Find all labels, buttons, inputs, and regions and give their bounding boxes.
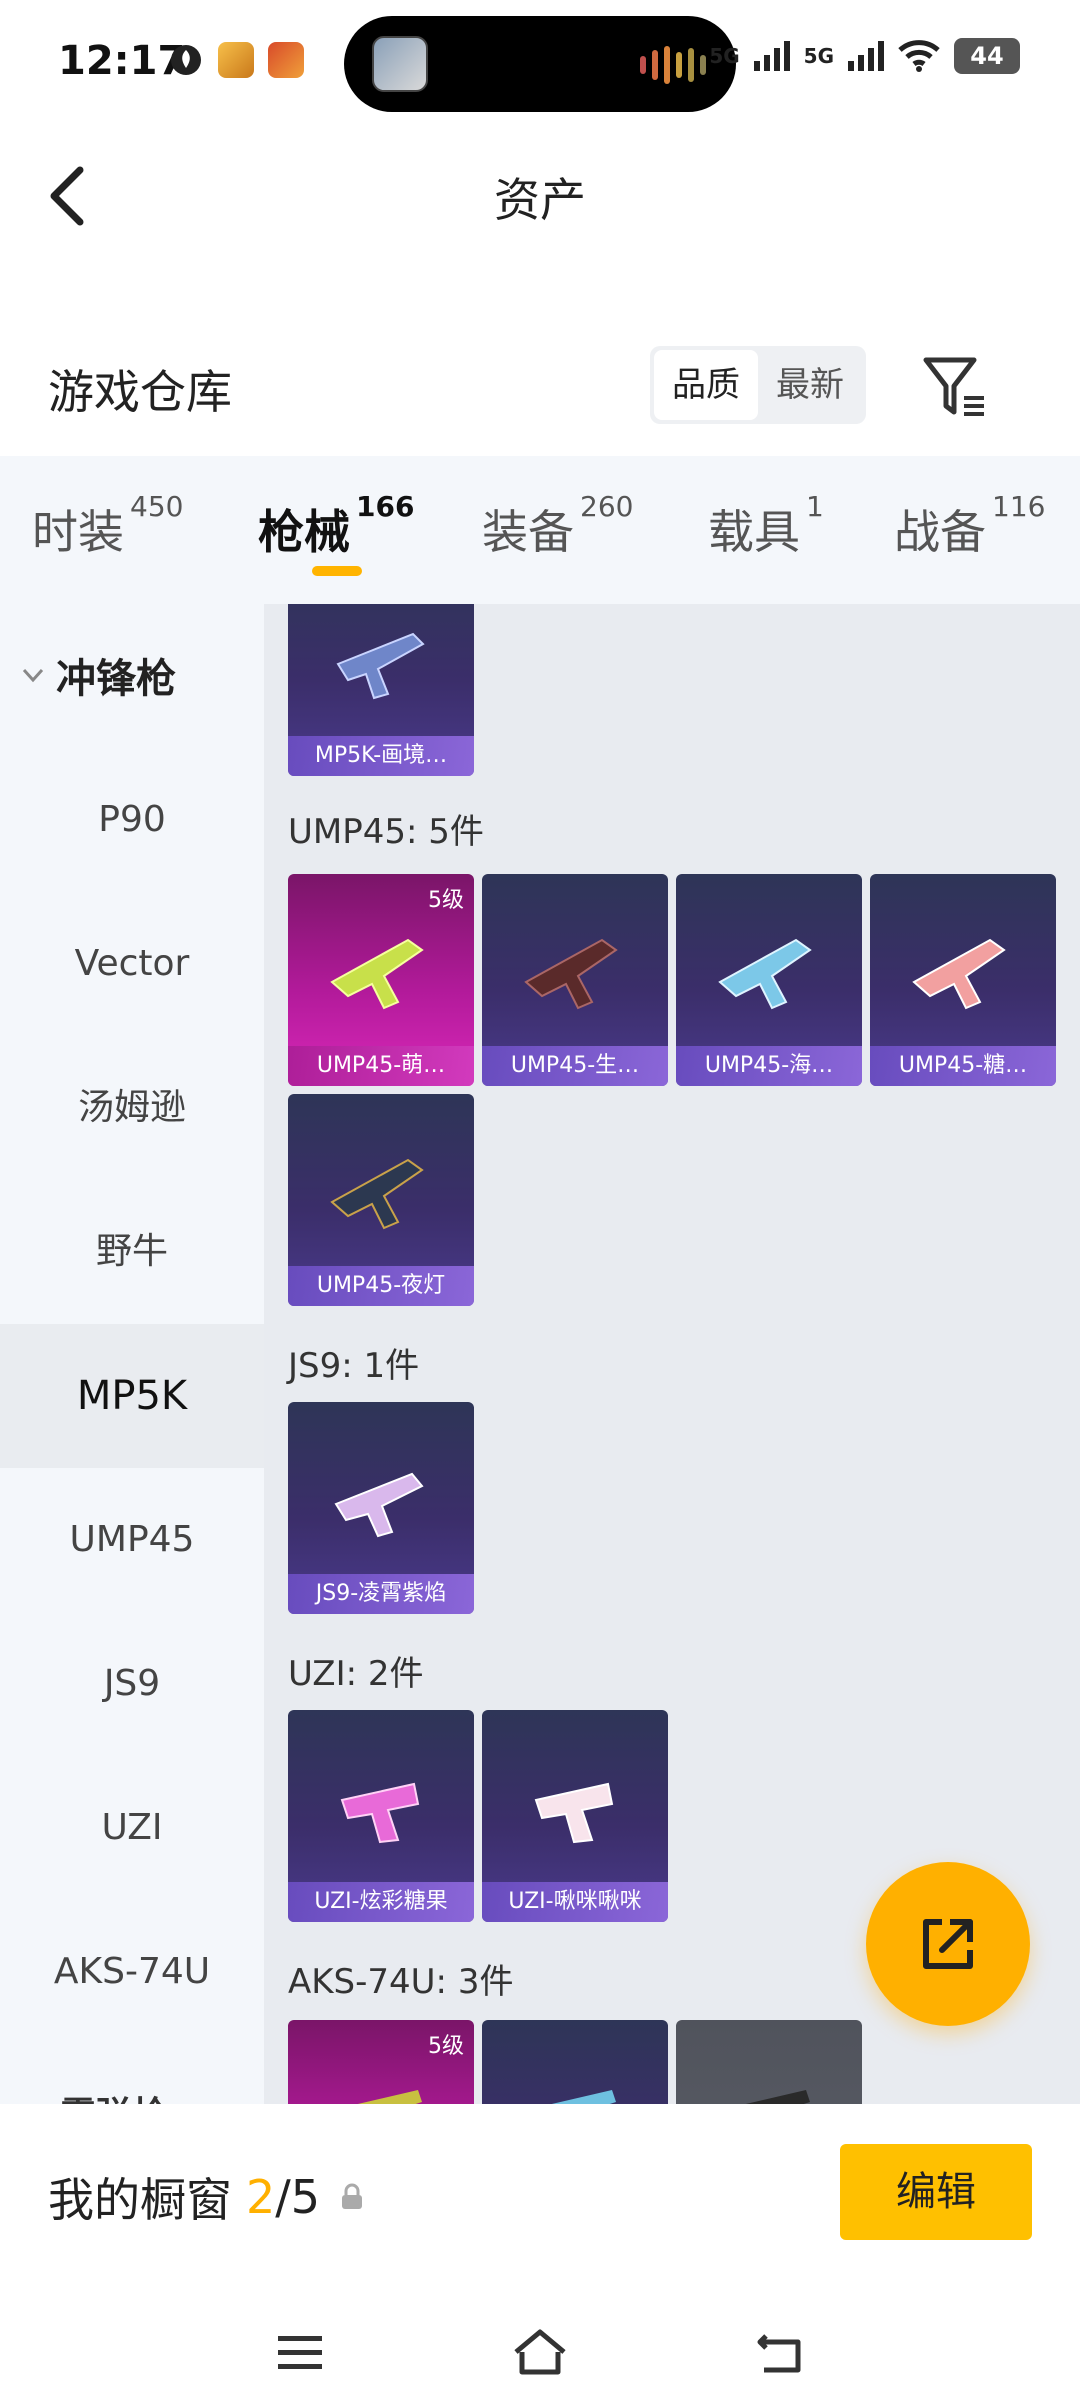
skin-card[interactable] xyxy=(676,2020,862,2104)
media-thumbnail xyxy=(372,36,428,92)
sidebar-item-uzi[interactable]: UZI xyxy=(0,1756,264,1900)
sidebar-item-mp5k[interactable]: MP5K xyxy=(0,1324,264,1468)
sidebar-item-aks74u[interactable]: AKS-74U xyxy=(0,1900,264,2044)
gun-image xyxy=(534,1782,614,1844)
tab-equipment[interactable]: 装备 260 xyxy=(482,490,633,562)
sort-quality-button[interactable]: 品质 xyxy=(654,350,758,420)
showcase-label: 我的橱窗 2 /5 xyxy=(48,2164,366,2230)
menu-icon[interactable] xyxy=(270,2322,330,2382)
skin-card[interactable]: JS9-凌霄紫焰 xyxy=(288,1402,474,1614)
back-nav-icon[interactable] xyxy=(750,2322,810,2382)
showcase-count: 2 xyxy=(246,2170,276,2224)
skin-card[interactable] xyxy=(482,2020,668,2104)
signal-bars-icon xyxy=(753,41,790,71)
showcase-total: /5 xyxy=(275,2170,321,2224)
skin-card[interactable]: UMP45-海… xyxy=(676,874,862,1086)
audio-wave-icon xyxy=(640,46,706,84)
signal-icon-2: 5G xyxy=(803,44,834,68)
status-notification-icons xyxy=(168,42,304,78)
sidebar-group-shotgun[interactable]: 霰弹枪 xyxy=(0,2044,264,2104)
chevron-down-icon xyxy=(22,668,44,683)
sidebar-item-thompson[interactable]: 汤姆逊 xyxy=(0,1036,264,1180)
category-tabs: 时装 450 枪械 166 装备 260 载具 1 战备 116 xyxy=(0,456,1080,604)
sidebar-item-p90[interactable]: P90 xyxy=(0,748,264,892)
battery-icon: 44 xyxy=(954,38,1020,74)
repo-title: 游戏仓库 xyxy=(48,365,232,419)
group-label-js9: JS9: 1件 xyxy=(288,1346,420,1386)
home-icon[interactable] xyxy=(510,2322,570,2382)
skin-card[interactable]: UZI-炫彩糖果 xyxy=(288,1710,474,1922)
tab-supplies[interactable]: 战备 116 xyxy=(894,490,1045,562)
skin-card[interactable]: UMP45-夜灯 xyxy=(288,1094,474,1306)
share-external-icon xyxy=(923,1919,973,1969)
gun-image xyxy=(357,2090,422,2104)
status-right: 5G 5G 44 xyxy=(709,38,1020,74)
hero-app-icon xyxy=(268,42,304,78)
dynamic-island[interactable] xyxy=(344,16,736,112)
group-label-aks74u: AKS-74U: 3件 xyxy=(288,1962,514,2002)
skin-card[interactable]: 5级 UMP45-萌… xyxy=(288,874,474,1086)
flame-icon xyxy=(171,45,201,75)
skin-card[interactable]: 5级 xyxy=(288,2020,474,2104)
gun-image xyxy=(330,938,424,1010)
gun-image xyxy=(745,2090,810,2104)
share-fab-button[interactable] xyxy=(866,1862,1030,2026)
gun-image xyxy=(336,632,425,700)
sidebar-item-ump45[interactable]: UMP45 xyxy=(0,1468,264,1612)
sidebar-item-bizon[interactable]: 野牛 xyxy=(0,1180,264,1324)
game-app-icon xyxy=(218,42,254,78)
gun-image xyxy=(551,2090,616,2104)
sort-newest-button[interactable]: 最新 xyxy=(758,350,862,420)
sidebar-group-smg[interactable]: 冲锋枪 xyxy=(20,646,176,704)
active-tab-indicator xyxy=(312,566,362,576)
status-time: 12:17 xyxy=(58,38,186,84)
gun-image xyxy=(330,1158,424,1230)
gun-image xyxy=(334,1472,424,1538)
showcase-panel: 我的橱窗 2 /5 编辑 xyxy=(0,2104,1080,2400)
gun-image xyxy=(524,938,618,1010)
page-title: 资产 xyxy=(494,173,586,227)
header: 资产 xyxy=(0,120,1080,270)
wifi-icon xyxy=(898,40,940,72)
status-bar: 12:17 5G 5G 44 xyxy=(0,0,1080,120)
sidebar-item-vector[interactable]: Vector xyxy=(0,892,264,1036)
skin-card[interactable]: UZI-啾咪啾咪 xyxy=(482,1710,668,1922)
tab-fashion[interactable]: 时装 450 xyxy=(32,490,183,562)
sort-toggle: 品质 最新 xyxy=(650,346,866,424)
skin-card[interactable]: UMP45-糖… xyxy=(870,874,1056,1086)
lock-icon xyxy=(342,2183,363,2209)
filter-icon[interactable] xyxy=(920,352,990,422)
edit-button[interactable]: 编辑 xyxy=(840,2144,1032,2240)
gun-image xyxy=(718,938,812,1010)
gun-image xyxy=(340,1782,420,1844)
group-label-ump45: UMP45: 5件 xyxy=(288,812,484,852)
signal-icon: 5G xyxy=(709,44,740,68)
tab-firearms[interactable]: 枪械 166 xyxy=(258,490,414,562)
sidebar-item-js9[interactable]: JS9 xyxy=(0,1612,264,1756)
tab-vehicles[interactable]: 载具 1 xyxy=(708,490,824,562)
skin-card[interactable]: UMP45-生… xyxy=(482,874,668,1086)
weapon-sidebar: 冲锋枪 P90 Vector 汤姆逊 野牛 MP5K UMP45 JS9 UZI… xyxy=(0,604,264,2104)
signal-bars-icon-2 xyxy=(848,41,884,71)
skin-card[interactable]: MP5K-画境… xyxy=(288,604,474,776)
group-label-uzi: UZI: 2件 xyxy=(288,1654,424,1694)
system-nav-bar xyxy=(0,2304,1080,2400)
gun-image xyxy=(912,938,1006,1010)
